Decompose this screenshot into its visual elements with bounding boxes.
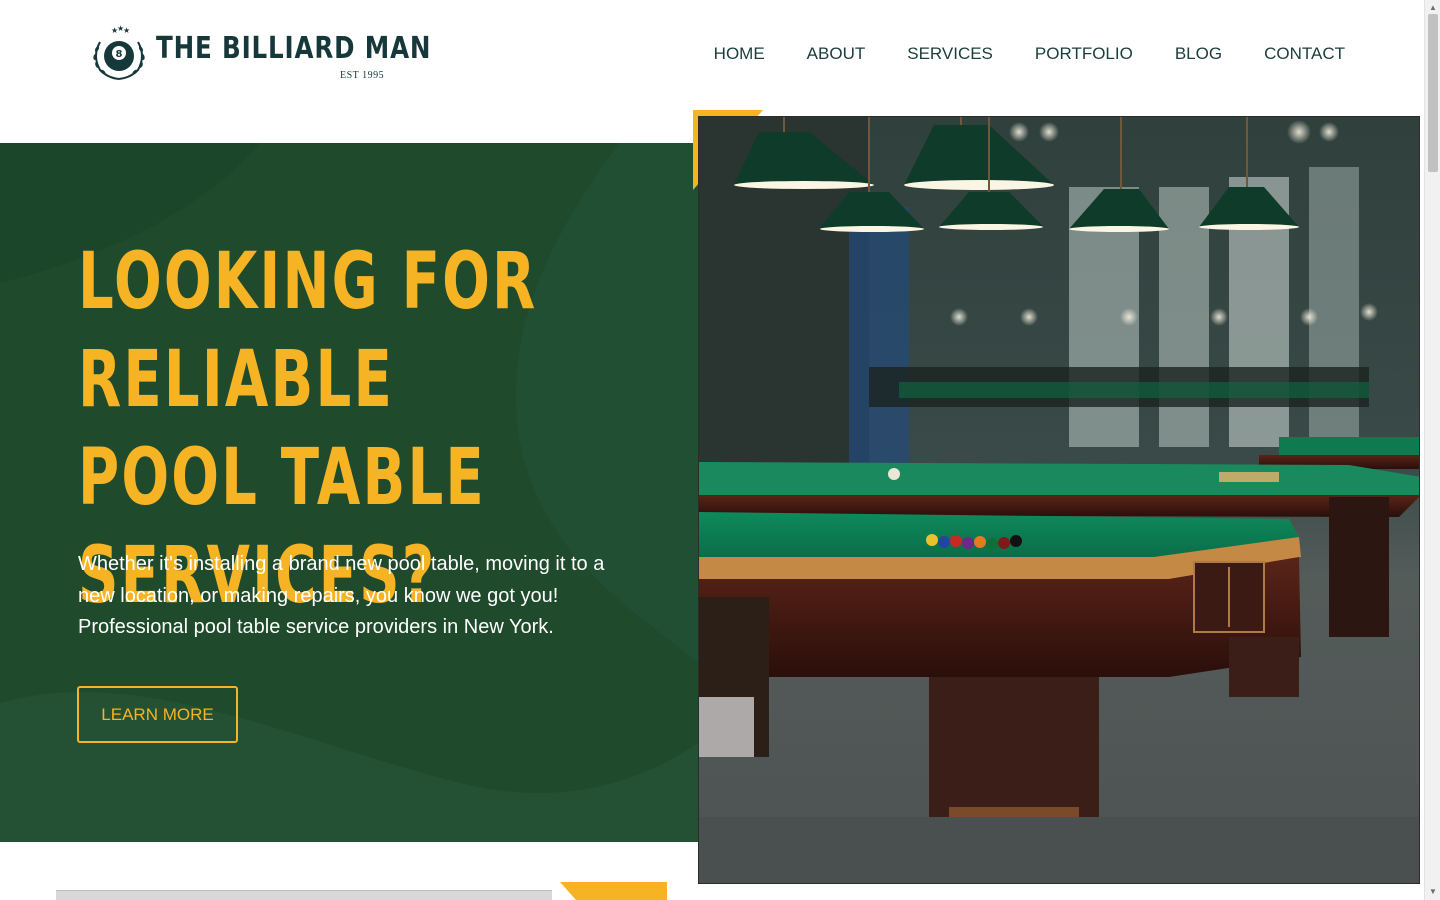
- nav-about[interactable]: ABOUT: [807, 44, 866, 64]
- eight-ball-laurel-icon: ★ ★ ★ 8: [93, 24, 145, 80]
- hero-description-line: Whether it's installing a brand new pool…: [78, 553, 605, 575]
- hero-title-line: POOL TABLE: [78, 433, 486, 523]
- svg-text:8: 8: [116, 49, 123, 60]
- svg-text:★: ★: [123, 26, 130, 35]
- site-header: ★ ★ ★ 8 THE BILLIARD MAN EST 1995 HOME A…: [0, 0, 1424, 110]
- main-nav: HOME ABOUT SERVICES PORTFOLIO BLOG CONTA…: [714, 44, 1345, 64]
- yellow-accent-stripe: [560, 882, 667, 900]
- brand-established: EST 1995: [340, 70, 385, 81]
- pool-hall-photo: [698, 116, 1420, 884]
- nav-home[interactable]: HOME: [714, 44, 765, 64]
- site-logo[interactable]: ★ ★ ★ 8 THE BILLIARD MAN EST 1995: [90, 22, 431, 84]
- hero-panel: LOOKING FOR RELIABLE POOL TABLE SERVICES…: [0, 143, 698, 842]
- vertical-scrollbar[interactable]: ▲ ▼: [1424, 0, 1440, 900]
- scroll-up-arrow-icon[interactable]: ▲: [1429, 4, 1437, 12]
- nav-blog[interactable]: BLOG: [1175, 44, 1222, 64]
- learn-more-button[interactable]: LEARN MORE: [77, 686, 238, 743]
- nav-services[interactable]: SERVICES: [907, 44, 993, 64]
- nav-portfolio[interactable]: PORTFOLIO: [1035, 44, 1133, 64]
- hero-title-line: LOOKING FOR RELIABLE: [78, 237, 538, 425]
- nav-contact[interactable]: CONTACT: [1264, 44, 1345, 64]
- next-section-preview: [56, 890, 552, 900]
- scrollbar-thumb[interactable]: [1428, 14, 1438, 172]
- brand-name: THE BILLIARD MAN: [156, 31, 432, 66]
- hero-description-line: new location, or making repairs, you kno…: [78, 584, 559, 607]
- scroll-down-arrow-icon[interactable]: ▼: [1429, 888, 1437, 896]
- hero-image-wrapper: [693, 110, 1423, 885]
- hero-description-line: Professional pool table service provider…: [78, 616, 554, 638]
- hero-description: Whether it's installing a brand new pool…: [78, 549, 668, 644]
